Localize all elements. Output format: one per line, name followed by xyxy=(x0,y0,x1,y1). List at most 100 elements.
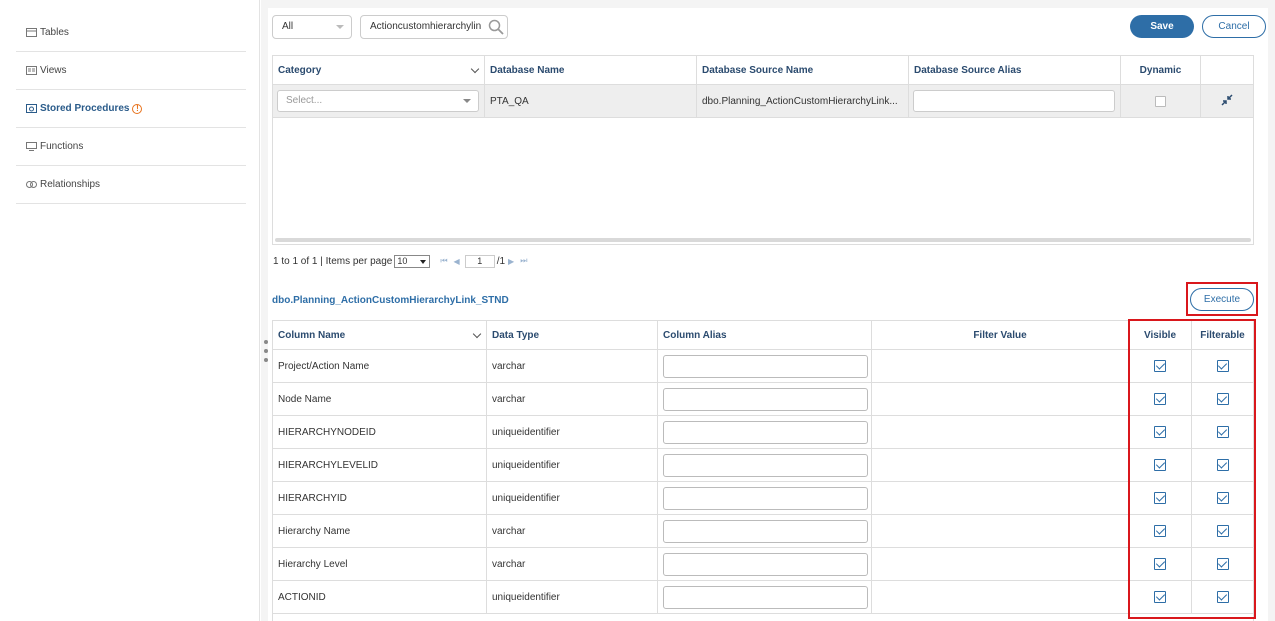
cell-filter-value[interactable] xyxy=(872,515,1129,547)
first-page-icon[interactable]: ⏮ xyxy=(440,256,447,266)
table-row[interactable]: Hierarchy Level varchar xyxy=(273,548,1253,581)
filterable-checkbox[interactable] xyxy=(1216,393,1229,405)
header-data-type[interactable]: Data Type xyxy=(487,321,658,349)
column-alias-input[interactable] xyxy=(663,453,868,477)
horizontal-scrollbar[interactable] xyxy=(275,238,1251,242)
sidebar-item-stored-procedures[interactable]: Stored Procedures ! xyxy=(16,90,246,128)
cell-filterable xyxy=(1192,449,1253,481)
header-label: Filter Value xyxy=(973,329,1027,341)
collapse-icon[interactable] xyxy=(1221,93,1233,109)
cell-column-alias xyxy=(658,449,872,481)
search-icon[interactable] xyxy=(487,18,505,36)
sidebar-item-relationships[interactable]: Relationships xyxy=(16,166,246,204)
object-filter-select[interactable]: All xyxy=(272,15,352,39)
header-database-source-name[interactable]: Database Source Name xyxy=(697,56,909,84)
filterable-checkbox[interactable] xyxy=(1216,459,1229,471)
header-database-source-alias[interactable]: Database Source Alias xyxy=(909,56,1121,84)
cell-actions xyxy=(1201,85,1253,117)
cell-filter-value[interactable] xyxy=(872,449,1129,481)
visible-checkbox[interactable] xyxy=(1154,492,1166,504)
cell-category: Select... xyxy=(273,85,485,117)
cell-column-alias xyxy=(658,482,872,514)
visible-checkbox[interactable] xyxy=(1154,525,1166,537)
previous-page-icon[interactable]: ◀ xyxy=(454,257,460,266)
header-column-alias[interactable]: Column Alias xyxy=(658,321,872,349)
cell-filter-value[interactable] xyxy=(872,482,1129,514)
sidebar-item-functions[interactable]: Functions xyxy=(16,128,246,166)
cell-filter-value[interactable] xyxy=(872,383,1129,415)
cell-filter-value[interactable] xyxy=(872,350,1129,382)
header-column-name[interactable]: Column Name xyxy=(273,321,487,349)
cell-filter-value[interactable] xyxy=(872,416,1129,448)
column-alias-input[interactable] xyxy=(663,486,868,510)
header-dynamic[interactable]: Dynamic xyxy=(1121,56,1201,84)
stored-procedure-icon xyxy=(26,104,37,113)
page-number-input[interactable]: 1 xyxy=(464,254,495,268)
header-filterable[interactable]: Filterable xyxy=(1192,321,1253,349)
header-label: Column Name xyxy=(278,329,346,341)
sidebar-item-views[interactable]: Views xyxy=(16,52,246,90)
table-row[interactable]: HIERARCHYID uniqueidentifier xyxy=(273,482,1253,515)
cell-filter-value[interactable] xyxy=(872,581,1129,613)
column-alias-input[interactable] xyxy=(663,585,868,609)
filterable-checkbox[interactable] xyxy=(1216,492,1229,504)
drag-dot xyxy=(263,358,268,362)
cell-filterable xyxy=(1192,482,1253,514)
column-name-value: Hierarchy Name xyxy=(278,525,351,537)
visible-checkbox[interactable] xyxy=(1154,360,1166,372)
table-row[interactable]: Select... PTA_QA dbo.Planning_ActionCust… xyxy=(273,85,1253,118)
table-row[interactable]: HIERARCHYLEVELID uniqueidentifier xyxy=(273,449,1253,482)
cell-column-alias xyxy=(658,416,872,448)
cancel-button[interactable]: Cancel xyxy=(1202,15,1266,38)
data-type-value: uniqueidentifier xyxy=(492,591,560,603)
header-database-name[interactable]: Database Name xyxy=(485,56,697,84)
visible-checkbox[interactable] xyxy=(1154,426,1166,438)
category-select[interactable]: Select... xyxy=(277,90,479,112)
header-visible[interactable]: Visible xyxy=(1129,321,1192,349)
column-name-value: Project/Action Name xyxy=(278,360,370,372)
save-button[interactable]: Save xyxy=(1130,15,1194,38)
table-row[interactable]: Project/Action Name varchar xyxy=(273,350,1253,383)
cell-database-source-alias xyxy=(909,85,1121,117)
visible-checkbox[interactable] xyxy=(1154,558,1166,570)
database-source-alias-input[interactable] xyxy=(913,90,1115,112)
cell-filter-value[interactable] xyxy=(872,548,1129,580)
table-row[interactable]: Node Name varchar xyxy=(273,383,1253,416)
cell-visible xyxy=(1129,548,1192,580)
sidebar-item-tables[interactable]: Tables xyxy=(16,14,246,52)
filterable-checkbox[interactable] xyxy=(1216,426,1229,438)
table-icon xyxy=(26,28,37,37)
filterable-checkbox[interactable] xyxy=(1216,525,1229,537)
column-alias-input[interactable] xyxy=(663,387,868,411)
table-row[interactable]: HIERARCHYNODEID uniqueidentifier xyxy=(273,416,1253,449)
items-per-page-select[interactable]: 10 xyxy=(394,254,431,268)
cell-column-name: Hierarchy Level xyxy=(273,548,487,580)
header-label: Data Type xyxy=(492,329,540,341)
visible-checkbox[interactable] xyxy=(1154,591,1166,603)
visible-checkbox[interactable] xyxy=(1154,459,1166,471)
cell-database-source-name: dbo.Planning_ActionCustomHierarchyLink..… xyxy=(697,85,909,117)
filterable-checkbox[interactable] xyxy=(1216,591,1229,603)
data-type-value: varchar xyxy=(492,360,526,372)
column-alias-input[interactable] xyxy=(663,354,868,378)
chevron-down-icon xyxy=(470,64,480,74)
last-page-icon[interactable]: ⏭ xyxy=(520,256,527,266)
filterable-checkbox[interactable] xyxy=(1216,360,1229,372)
table-row[interactable]: Hierarchy Name varchar xyxy=(273,515,1253,548)
header-category[interactable]: Category xyxy=(273,56,485,84)
column-name-value: HIERARCHYID xyxy=(278,492,347,504)
column-alias-input[interactable] xyxy=(663,552,868,576)
total-pages: /1 xyxy=(496,255,506,267)
sidebar: Tables Views Stored Procedures ! Functio… xyxy=(0,0,260,621)
visible-checkbox[interactable] xyxy=(1154,393,1166,405)
dynamic-checkbox[interactable] xyxy=(1155,95,1166,107)
filterable-checkbox[interactable] xyxy=(1216,558,1229,570)
execute-button[interactable]: Execute xyxy=(1190,288,1254,311)
search-input[interactable]: Actioncustomhierarchylin xyxy=(360,15,508,39)
next-page-icon[interactable]: ▶ xyxy=(508,257,514,266)
table-row[interactable]: ACTIONID uniqueidentifier xyxy=(273,581,1253,614)
column-alias-input[interactable] xyxy=(663,519,868,543)
header-filter-value[interactable]: Filter Value xyxy=(872,321,1129,349)
resize-handle[interactable] xyxy=(263,340,268,362)
column-alias-input[interactable] xyxy=(663,420,868,444)
